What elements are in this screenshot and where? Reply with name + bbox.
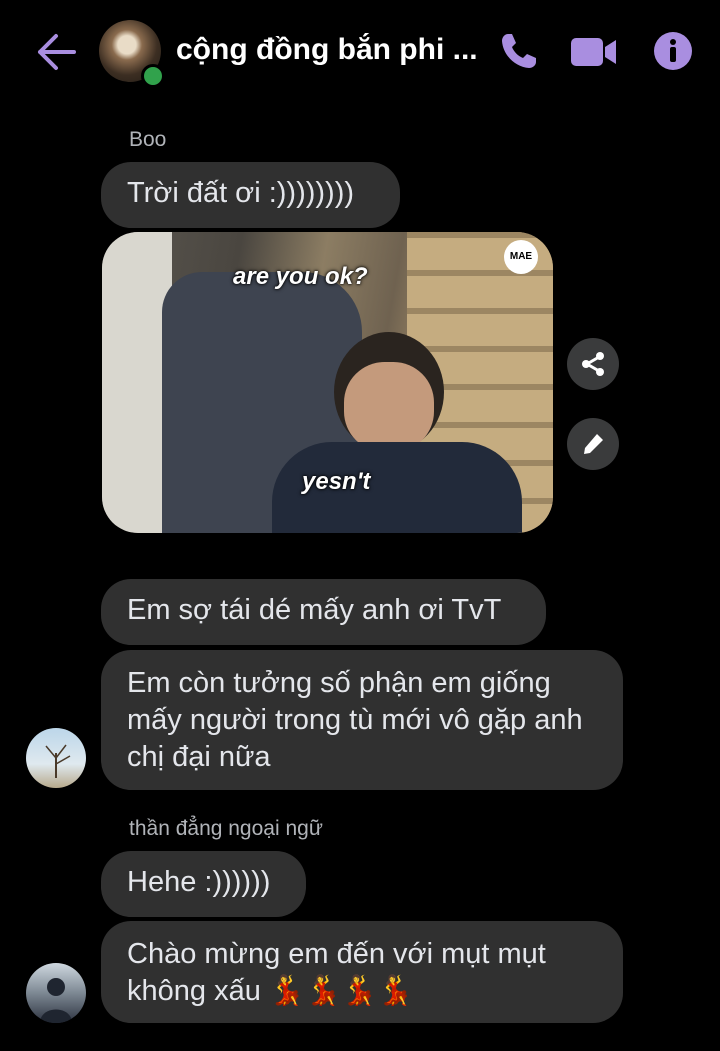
sender-avatar[interactable] [26, 963, 86, 1023]
sender-name: thần đẳng ngoại ngữ [129, 817, 323, 840]
message-bubble[interactable]: Trời đất ơi :)))))))) [101, 162, 400, 228]
phone-icon[interactable] [498, 30, 540, 72]
edit-image-button[interactable] [567, 418, 619, 470]
image-message[interactable]: are you ok? yesn't MAE [102, 232, 553, 533]
online-status-dot [141, 64, 165, 88]
share-icon [582, 352, 604, 376]
boy-face [344, 362, 434, 452]
message-bubble[interactable]: Em sợ tái dé mấy anh ơi TvT [101, 579, 546, 645]
watermark-logo: MAE [504, 240, 538, 274]
back-arrow-icon[interactable] [34, 32, 76, 72]
share-button[interactable] [567, 338, 619, 390]
message-bubble[interactable]: Hehe :)))))) [101, 851, 306, 917]
conversation-header: cộng đồng bắn phi ... [0, 0, 720, 100]
message-bubble[interactable]: Chào mừng em đến với mụt mụt không xấu 💃… [101, 921, 623, 1023]
pencil-icon [584, 434, 603, 454]
thread-title[interactable]: cộng đồng bắn phi ... [176, 33, 496, 73]
meme-caption-bottom: yesn't [302, 468, 371, 495]
tree-icon [45, 744, 71, 778]
meme-caption-top: are you ok? [233, 263, 368, 290]
info-icon[interactable] [653, 31, 693, 71]
person-silhouette-icon [40, 978, 72, 1023]
message-bubble[interactable]: Em còn tưởng số phận em giống mấy người … [101, 650, 623, 790]
sender-name: Boo [129, 128, 167, 151]
video-camera-icon[interactable] [570, 35, 618, 69]
sender-avatar[interactable] [26, 728, 86, 788]
